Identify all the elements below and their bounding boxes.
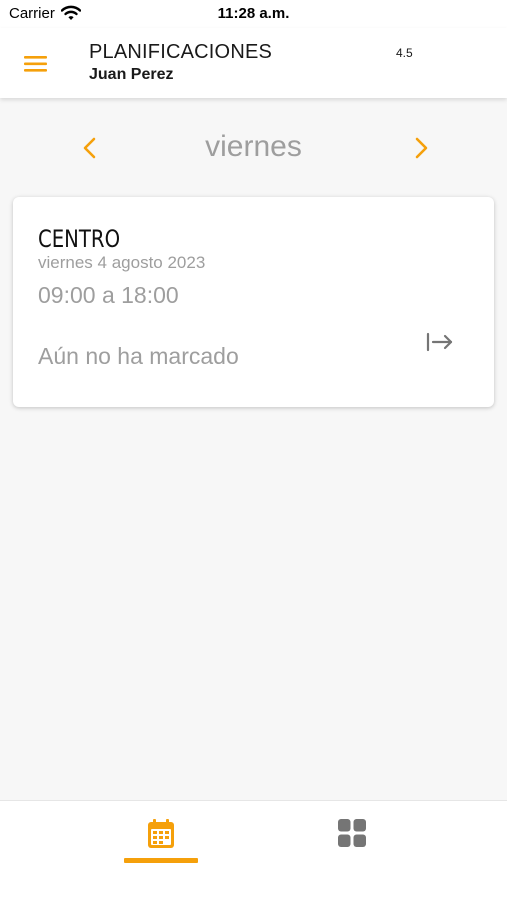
active-tab-indicator: [124, 858, 198, 863]
chevron-right-icon: [415, 137, 428, 159]
bottom-navigation: [0, 800, 507, 901]
status-bar: Carrier 11:28 a.m.: [0, 0, 507, 28]
calendar-icon: [148, 819, 174, 848]
clock-in-status: Aún no ha marcado: [38, 343, 239, 369]
menu-button[interactable]: [17, 46, 53, 82]
grid-icon: [338, 819, 366, 847]
shift-hours: 09:00 a 18:00: [38, 282, 179, 308]
next-day-button[interactable]: [405, 128, 437, 168]
tab-calendar[interactable]: [124, 801, 198, 865]
hamburger-menu-icon: [24, 56, 47, 72]
page-title: PLANIFICACIONES: [89, 41, 273, 63]
app-bar: PLANIFICACIONES Juan Perez 4.5: [0, 28, 507, 98]
shift-location: CENTRO: [38, 225, 121, 253]
tab-grid[interactable]: [334, 815, 370, 851]
clock-in-button[interactable]: [424, 329, 456, 355]
status-time: 11:28 a.m.: [217, 5, 290, 22]
app-version: 4.5: [396, 46, 413, 60]
arrow-right-to-bar-icon: [426, 332, 453, 352]
shift-date: viernes 4 agosto 2023: [38, 253, 206, 272]
shift-card[interactable]: CENTRO viernes 4 agosto 2023 09:00 a 18:…: [13, 197, 494, 407]
user-name: Juan Perez: [89, 66, 174, 83]
day-navigator: viernes: [0, 98, 507, 196]
